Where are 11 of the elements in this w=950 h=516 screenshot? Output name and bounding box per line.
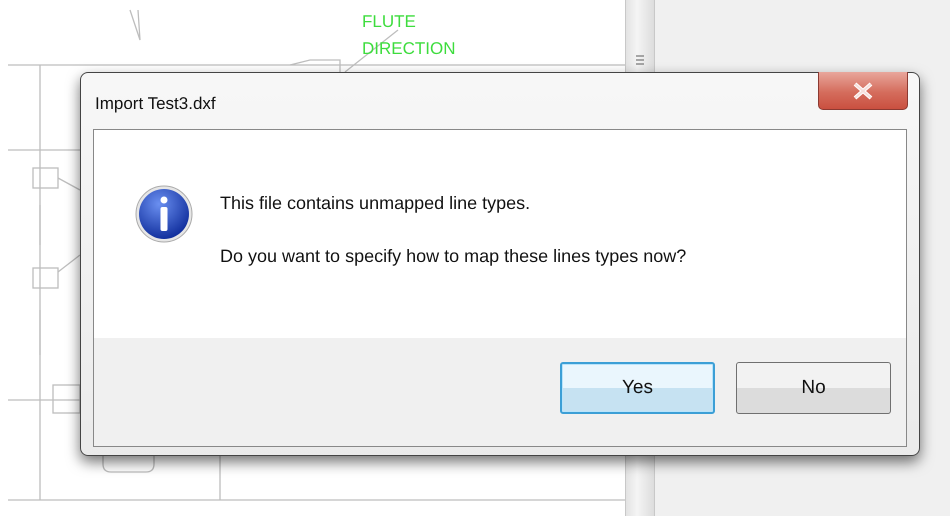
information-icon xyxy=(134,184,194,244)
yes-button[interactable]: Yes xyxy=(560,362,715,414)
no-button[interactable]: No xyxy=(736,362,891,414)
window-title: Import Test3.dxf xyxy=(95,94,216,113)
close-button[interactable] xyxy=(818,72,908,110)
message-text: This file contains unmapped line types. xyxy=(220,192,532,215)
scrollbar-grip-icon[interactable] xyxy=(635,54,645,66)
close-icon xyxy=(852,82,874,100)
annotation-text: FLUTE xyxy=(362,11,416,33)
annotation-text: DIRECTION xyxy=(362,38,456,60)
message-text: Do you want to specify how to map these lines types now? xyxy=(220,245,686,268)
